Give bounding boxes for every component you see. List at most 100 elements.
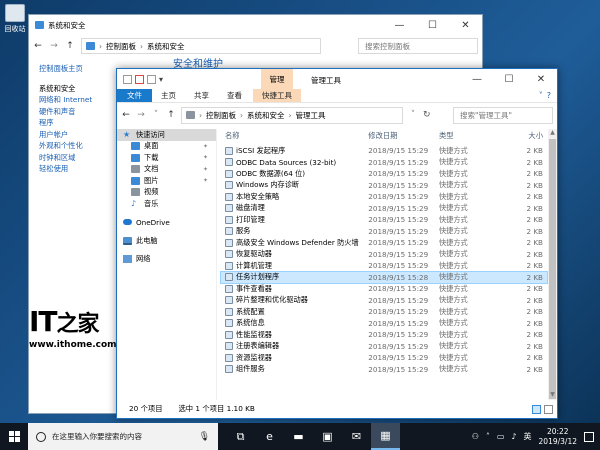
microphone-icon[interactable]: 🎙 xyxy=(199,432,210,442)
vertical-scrollbar[interactable]: ▲ ▼ xyxy=(548,129,557,400)
column-date[interactable]: 修改日期 xyxy=(368,131,439,141)
column-size[interactable]: 大小 xyxy=(506,131,547,141)
nav-item[interactable]: 视频 xyxy=(117,187,216,199)
taskbar-search-input[interactable]: 在这里输入你要搜索的内容 🎙 xyxy=(28,423,218,450)
task-view-icon[interactable]: ⧉ xyxy=(226,423,255,450)
file-row[interactable]: 系统信息 2018/9/15 15:29 快捷方式 2 KB xyxy=(221,318,547,330)
file-row[interactable]: iSCSI 发起程序 2018/9/15 15:29 快捷方式 2 KB xyxy=(221,145,547,157)
file-row[interactable]: 恢复驱动器 2018/9/15 15:29 快捷方式 2 KB xyxy=(221,249,547,261)
forward-arrow-icon[interactable]: → xyxy=(49,41,59,51)
control-panel-icon[interactable]: ▦ xyxy=(371,423,400,450)
titlebar[interactable]: ▾ 管理 管理工具 — ☐ ✕ xyxy=(117,69,557,89)
recent-locations-icon[interactable]: ˅ xyxy=(151,110,161,120)
file-row[interactable]: 资源监视器 2018/9/15 15:29 快捷方式 2 KB xyxy=(221,352,547,364)
file-row[interactable]: ODBC Data Sources (32-bit) 2018/9/15 15:2… xyxy=(221,157,547,169)
tab-view[interactable]: 查看 xyxy=(218,89,251,102)
action-center-icon[interactable] xyxy=(584,431,594,442)
back-window-titlebar[interactable]: 系统和安全 — ☐ ✕ xyxy=(29,15,482,35)
nav-item[interactable]: 此电脑 xyxy=(117,235,216,247)
close-button[interactable]: ✕ xyxy=(449,15,482,35)
nav-item[interactable]: OneDrive xyxy=(117,217,216,229)
context-tab-header: 管理 xyxy=(261,69,293,89)
maximize-button[interactable]: ☐ xyxy=(416,15,449,35)
new-folder-icon[interactable] xyxy=(147,74,156,84)
file-row[interactable]: 事件查看器 2018/9/15 15:29 快捷方式 2 KB xyxy=(221,283,547,295)
breadcrumb[interactable]: › 控制面板 › 系统和安全 xyxy=(81,38,321,54)
minimize-button[interactable]: — xyxy=(461,69,493,89)
nav-item[interactable]: ★ 快速访问 xyxy=(117,129,216,141)
file-type: 快捷方式 xyxy=(438,168,468,178)
help-icon[interactable]: ? xyxy=(547,91,551,100)
properties-icon[interactable] xyxy=(123,74,132,84)
edge-icon[interactable]: e xyxy=(255,423,284,450)
scroll-down-icon[interactable]: ▼ xyxy=(548,391,557,400)
ime-indicator[interactable]: 英 xyxy=(524,431,532,442)
column-type[interactable]: 类型 xyxy=(439,131,506,141)
column-name[interactable]: 名称 xyxy=(221,131,368,141)
details-view-icon[interactable] xyxy=(532,404,541,414)
breadcrumb-item[interactable]: 控制面板 xyxy=(206,110,236,121)
tab-shortcut-tools[interactable]: 快捷工具 xyxy=(253,89,301,102)
tab-home[interactable]: 主页 xyxy=(152,89,185,102)
nav-item[interactable]: ♪ 音乐 xyxy=(117,198,216,210)
close-button[interactable]: ✕ xyxy=(525,69,557,89)
mail-icon[interactable]: ✉ xyxy=(342,423,371,450)
network-icon[interactable]: ▭ xyxy=(497,432,505,441)
file-row[interactable]: 任务计划程序 2018/9/15 15:28 快捷方式 2 KB xyxy=(220,270,548,284)
volume-icon[interactable]: ♪ xyxy=(511,432,516,441)
customize-dropdown-icon[interactable]: ▾ xyxy=(159,75,163,84)
search-input[interactable]: 搜索"管理工具" xyxy=(453,106,553,124)
tab-share[interactable]: 共享 xyxy=(185,89,218,102)
recycle-bin-shortcut[interactable]: 回收站 xyxy=(2,4,28,40)
up-arrow-icon[interactable]: ↑ xyxy=(65,41,75,51)
show-hidden-icons[interactable]: ˄ xyxy=(486,432,490,441)
file-name: 系统配置 xyxy=(236,306,265,316)
clock[interactable]: 20:22 2019/3/12 xyxy=(539,427,577,447)
breadcrumb-item[interactable]: 系统和安全 xyxy=(247,110,285,121)
back-arrow-icon[interactable]: ← xyxy=(121,110,131,120)
address-bar-row: ← → ˅ ↑ › 控制面板 › 系统和安全 › 管理工具 ˅ ↻ 搜索"管理工… xyxy=(117,103,557,127)
breadcrumb[interactable]: › 控制面板 › 系统和安全 › 管理工具 xyxy=(181,106,403,124)
nav-item[interactable]: 下载 ✦ xyxy=(117,152,216,164)
forward-arrow-icon[interactable]: → xyxy=(136,110,146,120)
breadcrumb-item[interactable]: 管理工具 xyxy=(296,110,326,121)
scrollbar-thumb[interactable] xyxy=(549,139,556,399)
breadcrumb-item[interactable]: 控制面板 xyxy=(106,41,136,52)
maximize-button[interactable]: ☐ xyxy=(493,69,525,89)
nav-item[interactable]: 图片 ✦ xyxy=(117,175,216,187)
file-row[interactable]: 高级安全 Windows Defender 防火墙 2018/9/15 15:29… xyxy=(221,237,547,249)
file-row[interactable]: 本地安全策略 2018/9/15 15:29 快捷方式 2 KB xyxy=(221,191,547,203)
up-arrow-icon[interactable]: ↑ xyxy=(166,110,176,120)
file-explorer-icon[interactable]: ▬ xyxy=(284,423,313,450)
address-dropdown-icon[interactable]: ˅ xyxy=(408,110,418,120)
nav-item[interactable]: 文档 ✦ xyxy=(117,164,216,176)
minimize-button[interactable]: — xyxy=(383,15,416,35)
file-row[interactable]: 性能监视器 2018/9/15 15:29 快捷方式 2 KB xyxy=(221,329,547,341)
large-icons-view-icon[interactable] xyxy=(544,404,553,414)
file-row[interactable]: 注册表编辑器 2018/9/15 15:29 快捷方式 2 KB xyxy=(221,341,547,353)
file-row[interactable]: 系统配置 2018/9/15 15:29 快捷方式 2 KB xyxy=(221,306,547,318)
file-row[interactable]: 磁盘清理 2018/9/15 15:29 快捷方式 2 KB xyxy=(221,203,547,215)
file-row[interactable]: 组件服务 2018/9/15 15:29 快捷方式 2 KB xyxy=(221,364,547,376)
file-row[interactable]: 计算机管理 2018/9/15 15:29 快捷方式 2 KB xyxy=(221,260,547,272)
file-row[interactable]: ODBC 数据源(64 位) 2018/9/15 15:29 快捷方式 2 KB xyxy=(221,168,547,180)
file-row[interactable]: 碎片整理和优化驱动器 2018/9/15 15:29 快捷方式 2 KB xyxy=(221,295,547,307)
file-row[interactable]: 打印管理 2018/9/15 15:29 快捷方式 2 KB xyxy=(221,214,547,226)
search-input[interactable]: 搜索控制面板 xyxy=(358,38,478,54)
tab-file[interactable]: 文件 xyxy=(117,89,152,102)
store-icon[interactable]: ▣ xyxy=(313,423,342,450)
start-button[interactable] xyxy=(0,423,28,450)
file-row[interactable]: Windows 内存诊断 2018/9/15 15:29 快捷方式 2 KB xyxy=(221,180,547,192)
refresh-icon[interactable]: ↻ xyxy=(423,110,431,120)
nav-item[interactable]: 网络 xyxy=(117,254,216,266)
back-arrow-icon[interactable]: ← xyxy=(33,41,43,51)
people-icon[interactable]: ⚇ xyxy=(472,432,479,441)
expand-ribbon-icon[interactable]: ˅ xyxy=(539,91,543,100)
checkmark-icon[interactable] xyxy=(135,74,144,84)
file-row[interactable]: 服务 2018/9/15 15:29 快捷方式 2 KB xyxy=(221,226,547,238)
breadcrumb-item[interactable]: 系统和安全 xyxy=(147,41,185,52)
scroll-up-icon[interactable]: ▲ xyxy=(548,129,557,138)
nav-item[interactable]: 桌面 ✦ xyxy=(117,141,216,153)
file-name: 打印管理 xyxy=(236,214,265,224)
explorer-window[interactable]: ▾ 管理 管理工具 — ☐ ✕ 文件 主页 共享 查看 快捷工具 ˅ ? ← →… xyxy=(116,68,558,419)
